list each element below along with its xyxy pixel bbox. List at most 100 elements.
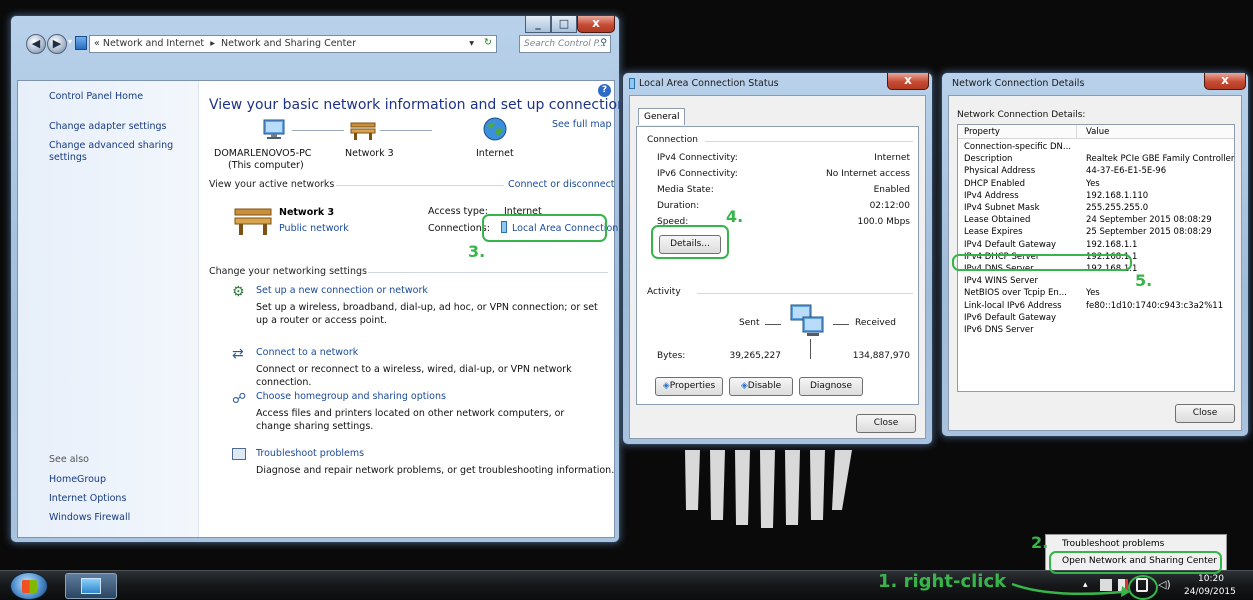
details-row-property[interactable]: Lease Expires — [964, 227, 1023, 237]
details-row-property[interactable]: IPv6 Default Gateway — [964, 313, 1056, 323]
details-row-property[interactable]: IPv4 Subnet Mask — [964, 203, 1040, 213]
details-row-property[interactable]: IPv4 Default Gateway — [964, 240, 1056, 250]
duration-value: 02:12:00 — [869, 201, 910, 211]
details-row-value[interactable]: 192.168.1.1 — [1086, 240, 1137, 250]
highlight-default-gateway — [952, 254, 1132, 271]
details-row-property[interactable]: Connection-specific DN... — [964, 142, 1071, 152]
breadcrumb-separator[interactable]: ▸ — [210, 38, 215, 49]
clock-time[interactable]: 10:20 — [1198, 574, 1224, 584]
change-adapter-settings-link[interactable]: Change adapter settings — [49, 121, 166, 132]
column-header-value[interactable]: Value — [1086, 127, 1109, 137]
connect-disconnect-link[interactable]: Connect or disconnect — [508, 179, 615, 190]
details-row-value[interactable]: 44-37-E6-E1-5E-96 — [1086, 166, 1166, 176]
search-input[interactable]: Search Control P... ⚲ — [519, 35, 611, 53]
properties-button[interactable]: ◈Properties — [655, 377, 723, 396]
homegroup-icon: ☍ — [232, 391, 247, 407]
details-row-property[interactable]: IPv6 DNS Server — [964, 325, 1034, 335]
nsc-content: Control Panel Home Change adapter settin… — [17, 80, 633, 538]
details-row-value[interactable]: 255.255.255.0 — [1086, 203, 1148, 213]
search-icon[interactable]: ⚲ — [600, 38, 607, 48]
change-settings-label: Change your networking settings — [209, 266, 367, 277]
shield-icon: ◈ — [740, 381, 748, 391]
breadcrumb-network-internet[interactable]: Network and Internet — [103, 38, 204, 49]
help-icon[interactable]: ? — [598, 84, 611, 97]
connection-group-label: Connection — [647, 135, 698, 145]
refresh-icon[interactable]: ↻ — [484, 37, 492, 48]
details-row-value[interactable]: Yes — [1086, 288, 1100, 298]
homegroup-link[interactable]: HomeGroup — [49, 474, 106, 485]
annotation-step-5: 5. — [1135, 271, 1153, 290]
column-header-property[interactable]: Property — [964, 127, 1000, 137]
control-panel-icon — [81, 578, 101, 594]
clock-date[interactable]: 24/09/2015 — [1184, 587, 1236, 597]
setup-connection-icon: ⚙ — [232, 284, 245, 300]
active-networks-label: View your active networks — [209, 179, 335, 190]
homegroup-sharing-link[interactable]: Choose homegroup and sharing options — [256, 391, 446, 402]
connect-network-link[interactable]: Connect to a network — [256, 347, 358, 358]
status-dialog-body: General Connection IPv4 Connectivity: In… — [629, 95, 926, 439]
breadcrumb-sharing-center[interactable]: Network and Sharing Center — [221, 38, 356, 49]
page-title: View your basic network information and … — [209, 97, 634, 113]
internet-options-link[interactable]: Internet Options — [49, 493, 126, 504]
details-row-property[interactable]: IPv4 Address — [964, 191, 1019, 201]
address-bar[interactable]: « Network and Internet ▸ Network and Sha… — [89, 35, 497, 53]
close-button[interactable]: x — [577, 16, 615, 33]
network-sharing-center-window: _ □ x ◀ ▶ ▾ « Network and Internet ▸ Net… — [10, 15, 633, 543]
troubleshoot-link[interactable]: Troubleshoot problems — [256, 448, 364, 459]
maximize-button[interactable]: □ — [551, 16, 577, 33]
bytes-received-value: 134,887,970 — [852, 351, 910, 361]
back-button[interactable]: ◀ — [26, 34, 46, 54]
details-row-value[interactable]: 192.168.1.110 — [1086, 191, 1148, 201]
diagnose-button[interactable]: Diagnose — [799, 377, 863, 396]
details-row-property[interactable]: Description — [964, 154, 1012, 164]
highlight-details-button — [651, 225, 729, 259]
status-close-button[interactable]: Close — [856, 414, 916, 433]
minimize-button[interactable]: _ — [525, 16, 551, 33]
details-row-property[interactable]: Physical Address — [964, 166, 1035, 176]
internet-globe-icon — [483, 117, 507, 141]
details-close-button[interactable]: Close — [1175, 404, 1235, 423]
map-connector-2 — [380, 130, 432, 131]
details-row-value[interactable]: 25 September 2015 08:08:29 — [1086, 227, 1212, 237]
setup-connection-link[interactable]: Set up a new connection or network — [256, 285, 428, 296]
details-row-property[interactable]: IPv4 WINS Server — [964, 276, 1038, 286]
address-dropdown-icon[interactable]: ▾ — [469, 38, 474, 49]
tray-volume-icon[interactable]: ◁) — [1158, 578, 1171, 591]
network-bench-icon — [350, 122, 376, 140]
network-folder-icon — [75, 36, 87, 50]
change-settings-divider — [368, 272, 608, 273]
details-row-property[interactable]: Lease Obtained — [964, 215, 1030, 225]
control-panel-home-link[interactable]: Control Panel Home — [49, 91, 143, 102]
computer-icon — [263, 119, 285, 139]
forward-button[interactable]: ▶ — [47, 34, 67, 54]
change-advanced-sharing-link[interactable]: Change advanced sharing settings — [49, 140, 179, 164]
start-button[interactable] — [10, 572, 48, 600]
windows-logo-icon — [22, 580, 37, 593]
access-type-label: Access type: — [428, 206, 488, 217]
details-close-x-button[interactable]: x — [1204, 73, 1246, 90]
general-tab-panel: Connection IPv4 Connectivity: Internet I… — [636, 126, 919, 405]
taskbar-control-panel-button[interactable] — [65, 573, 117, 599]
ipv6-connectivity-label: IPv6 Connectivity: — [657, 169, 738, 179]
details-row-value[interactable]: Yes — [1086, 179, 1100, 189]
details-row-value[interactable]: Realtek PCIe GBE Family Controller — [1086, 154, 1234, 164]
details-row-value[interactable]: 24 September 2015 08:08:29 — [1086, 215, 1212, 225]
duration-label: Duration: — [657, 201, 700, 211]
details-row-value[interactable]: fe80::1d10:1740:c943:c3a2%11 — [1086, 301, 1223, 311]
see-full-map-link[interactable]: See full map — [552, 119, 612, 130]
tab-general[interactable]: General — [638, 108, 686, 125]
network-type-link[interactable]: Public network — [279, 223, 349, 234]
ipv6-connectivity-value: No Internet access — [825, 169, 910, 179]
bytes-label: Bytes: — [657, 351, 686, 361]
recent-pages-icon[interactable]: ▾ — [68, 37, 72, 46]
details-row-property[interactable]: Link-local IPv6 Address — [964, 301, 1062, 311]
received-line — [833, 324, 849, 325]
menu-item-troubleshoot[interactable]: Troubleshoot problems — [1062, 539, 1164, 549]
ipv4-connectivity-value: Internet — [874, 153, 910, 163]
status-close-x-button[interactable]: x — [887, 73, 929, 90]
windows-firewall-link[interactable]: Windows Firewall — [49, 512, 130, 523]
column-header-divider — [1076, 125, 1077, 139]
disable-button[interactable]: ◈Disable — [729, 377, 793, 396]
details-row-property[interactable]: NetBIOS over Tcpip En... — [964, 288, 1067, 298]
details-row-property[interactable]: DHCP Enabled — [964, 179, 1025, 189]
